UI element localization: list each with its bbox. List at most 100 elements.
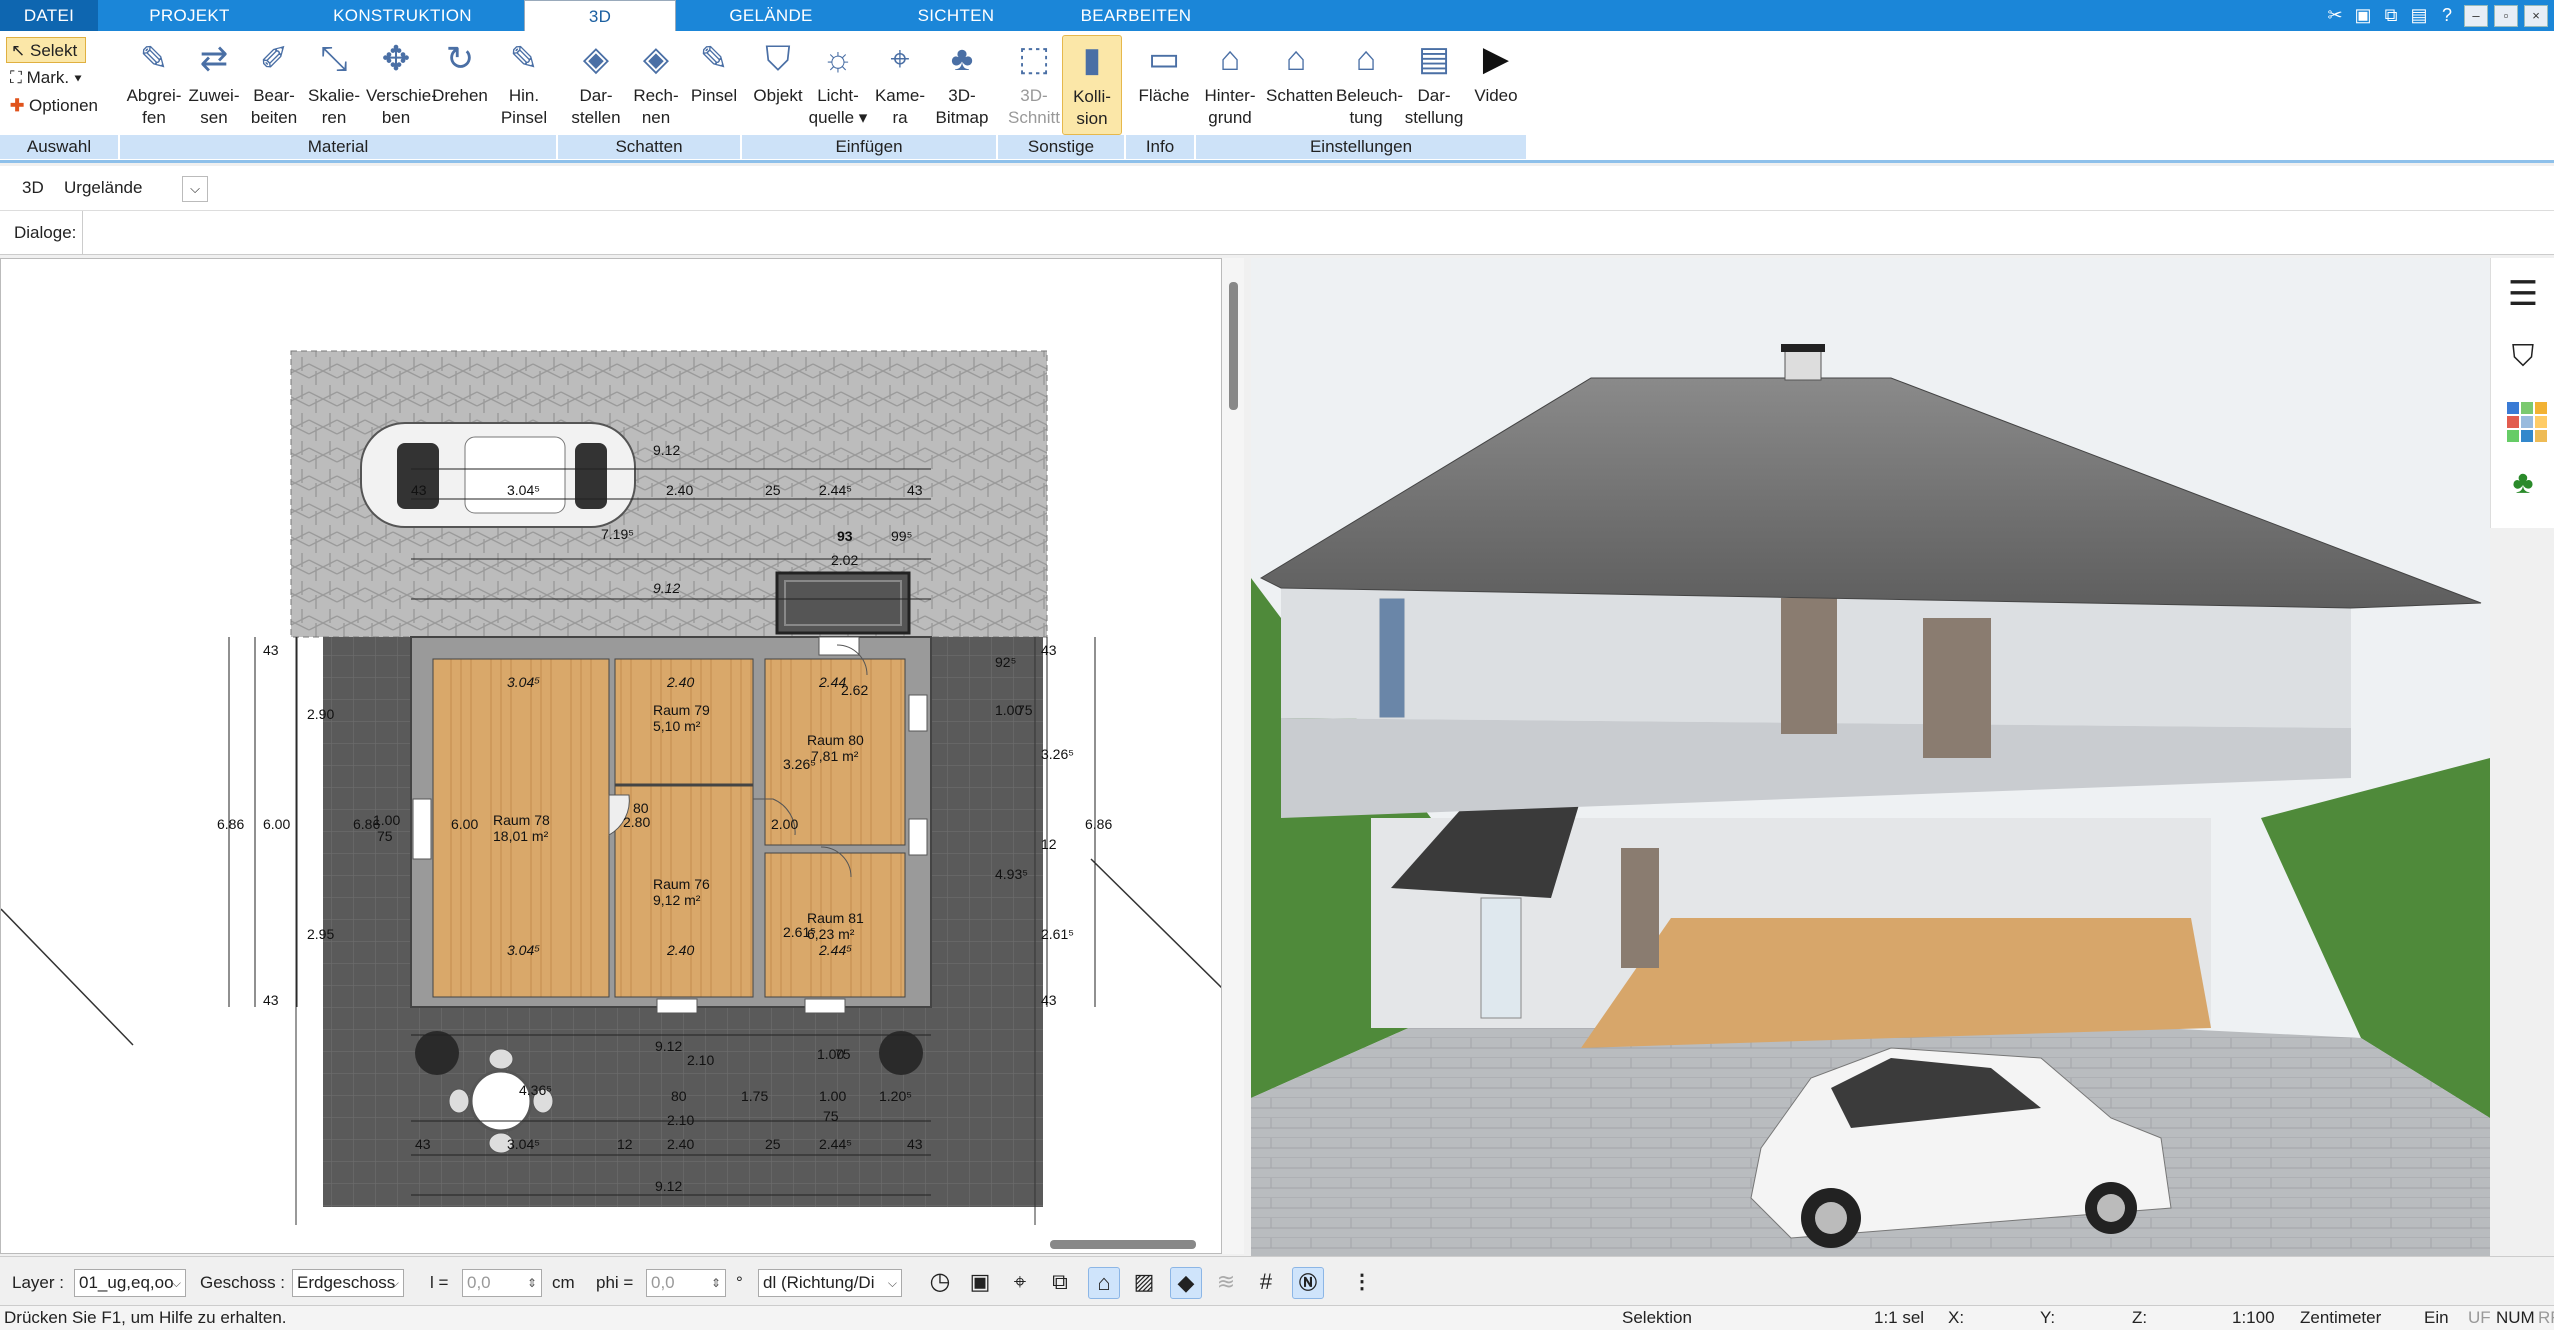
chevron-down-icon: ⌵ xyxy=(887,1276,897,1290)
darstellung-button[interactable]: ▤ Dar-stellung xyxy=(1404,35,1464,135)
door-3d xyxy=(1923,618,1991,758)
north-icon[interactable]: Ⓝ xyxy=(1292,1267,1324,1299)
spinner-icon[interactable]: ⇕ xyxy=(711,1270,721,1296)
terrain-icon[interactable]: ≋ xyxy=(1210,1267,1242,1299)
tab-datei[interactable]: DATEI xyxy=(0,0,98,31)
bearbeiten-button[interactable]: ✐ Bear-beiten xyxy=(244,35,304,135)
mark-button[interactable]: ⛶ Mark. ▾ xyxy=(6,65,82,91)
layer-select[interactable]: 01_ug,eq,oo ⌵ xyxy=(74,1269,186,1297)
beleuchtung-button[interactable]: ⌂ Beleuch-tung xyxy=(1336,35,1403,135)
dim-label: 4.93⁵ xyxy=(995,866,1028,882)
zuweisen-button[interactable]: ⇄ Zuwei-sen xyxy=(184,35,244,135)
tab-3d[interactable]: 3D xyxy=(524,0,676,31)
layers-view-icon[interactable]: ⧉ xyxy=(1044,1267,1076,1299)
pinsel-button[interactable]: ✎ Pinsel xyxy=(684,35,744,135)
drehen-button[interactable]: ↻ Drehen xyxy=(430,35,490,135)
car-top-view xyxy=(360,422,636,528)
layout-icon[interactable]: ▤ xyxy=(2408,5,2430,27)
3d-schnitt-button[interactable]: ⬚ 3D- Schnitt xyxy=(1004,35,1064,135)
schatten-icon: ⌂ xyxy=(1285,40,1307,78)
window-controls: ✂ ▣ ⧉ ▤ ? – ▫ × xyxy=(2324,0,2554,31)
window-icon[interactable]: ⧉ xyxy=(2380,5,2402,27)
tree-icon[interactable]: ♣ xyxy=(2503,464,2543,504)
hintergrund-button[interactable]: ⌂ Hinter-grund xyxy=(1200,35,1260,135)
button-label: beiten xyxy=(250,108,298,127)
materials-icon[interactable] xyxy=(2503,398,2547,442)
plane-icon[interactable]: ◆ xyxy=(1170,1267,1202,1299)
geschoss-select[interactable]: Erdgeschoss ⌵ xyxy=(292,1269,404,1297)
kollision-button[interactable]: ▮ Kolli-sion xyxy=(1062,35,1122,135)
ribbon: ↖ Selekt ⛶ Mark. ▾ ✚ Optionen ✎ Abgrei-fe… xyxy=(0,31,2554,163)
num-status: NUM xyxy=(2496,1308,2535,1327)
abgreifen-button[interactable]: ✎ Abgrei-fen xyxy=(124,35,184,135)
clock-icon[interactable]: ◷ xyxy=(924,1267,956,1299)
3d-bitmap-button[interactable]: ♣ 3D- Bitmap xyxy=(932,35,992,135)
terrain-dropdown[interactable]: ⌵ xyxy=(182,176,208,202)
window xyxy=(412,798,432,860)
flaeche-button[interactable]: ▭ Fläche xyxy=(1134,35,1194,135)
room-label: Raum 80 xyxy=(807,732,864,748)
monitor-icon[interactable]: ▣ xyxy=(964,1267,996,1299)
dim-label: 2.61⁵ xyxy=(783,924,816,940)
darstellen-button[interactable]: ◈ Dar-stellen xyxy=(566,35,626,135)
tab-konstruktion[interactable]: KONSTRUKTION xyxy=(281,0,524,31)
optionen-button[interactable]: ✚ Optionen xyxy=(6,93,98,119)
dim-label: 6.86 xyxy=(217,816,244,832)
dim-label: 43 xyxy=(1041,992,1057,1008)
view-toolbar: 3D Urgelände ⌵ xyxy=(0,166,2554,211)
dim-label: 93 xyxy=(837,528,853,544)
chair-icon[interactable]: ⛉ xyxy=(2503,340,2543,380)
rechnen-button[interactable]: ◈ Rech-nen xyxy=(626,35,686,135)
tab-gelaende[interactable]: GELÄNDE xyxy=(676,0,866,31)
help-icon[interactable]: ? xyxy=(2436,5,2458,27)
more-icon[interactable]: ⋮ xyxy=(1346,1267,1378,1299)
hatch-icon[interactable]: ▨ xyxy=(1128,1267,1160,1299)
dim-label: 2.40 xyxy=(666,674,694,690)
l-input[interactable]: 0,0 ⇕ xyxy=(462,1269,542,1297)
geschoss-label: Geschoss : xyxy=(200,1273,286,1292)
minimize-icon[interactable]: – xyxy=(2464,4,2488,27)
roof-view-icon[interactable]: ⌂ xyxy=(1088,1267,1120,1299)
direction-select[interactable]: dl (Richtung/Di ⌵ xyxy=(758,1269,902,1297)
hin-pinsel-button[interactable]: ✎ Hin. Pinsel xyxy=(494,35,554,135)
verschieben-button[interactable]: ✥ Verschie-ben xyxy=(366,35,437,135)
tab-sichten[interactable]: SICHTEN xyxy=(866,0,1046,31)
toolbox-icon[interactable]: ▣ xyxy=(2352,5,2374,27)
chevron-down-icon: ⌵ xyxy=(171,1276,181,1290)
beleuchtung-icon: ⌂ xyxy=(1355,40,1377,78)
plan-vertical-scrollbar[interactable] xyxy=(1222,258,1244,1254)
button-label: Bear- xyxy=(253,86,295,105)
video-button[interactable]: ▶ Video xyxy=(1466,35,1526,135)
button-label: Dar- xyxy=(1417,86,1451,105)
objekt-button[interactable]: ⛉ Objekt xyxy=(748,35,808,135)
phi-input[interactable]: 0,0 ⇕ xyxy=(646,1269,726,1297)
grid-icon[interactable]: # xyxy=(1250,1267,1282,1299)
tab-bearbeiten[interactable]: BEARBEITEN xyxy=(1046,0,1226,31)
window-3d xyxy=(1378,597,1406,719)
tools-icon[interactable]: ✂ xyxy=(2324,5,2346,27)
scroll-thumb[interactable] xyxy=(1229,282,1238,410)
selekt-label: Selekt xyxy=(29,41,78,60)
tab-projekt[interactable]: PROJEKT xyxy=(98,0,281,31)
geschoss-value: Erdgeschoss xyxy=(297,1273,396,1292)
close-icon[interactable]: × xyxy=(2524,4,2548,27)
restore-icon[interactable]: ▫ xyxy=(2494,4,2518,27)
dim-label: 4.36⁵ xyxy=(519,1082,552,1098)
plan-horizontal-scroll-thumb[interactable] xyxy=(1050,1240,1196,1249)
layers-icon[interactable]: ☰ xyxy=(2503,274,2543,314)
phi-value: 0,0 xyxy=(651,1273,675,1292)
group-schatten: Schatten xyxy=(558,135,742,159)
camera-icon[interactable]: ⌖ xyxy=(1004,1267,1036,1299)
layer-bar: Layer : 01_ug,eq,oo ⌵ Geschoss : Erdgesch… xyxy=(0,1256,2554,1305)
group-info: Info xyxy=(1126,135,1196,159)
lichtquelle-button[interactable]: ☼ Licht-quelle ▾ xyxy=(808,35,868,135)
dim-label: 2.00 xyxy=(771,816,798,832)
dim-label: 3.26⁵ xyxy=(783,756,816,772)
floor-plan-view[interactable]: 9.12 2.40 25 2.44⁵ 43 43 3.04⁵ 7.19⁵ 93 … xyxy=(0,258,1222,1254)
schatten-button[interactable]: ⌂ Schatten xyxy=(1266,35,1333,135)
kamera-button[interactable]: ⌖ Kame-ra xyxy=(870,35,930,135)
selekt-button[interactable]: ↖ Selekt xyxy=(6,37,86,63)
spinner-icon[interactable]: ⇕ xyxy=(527,1270,537,1296)
skalieren-button[interactable]: ⤡ Skalie-ren xyxy=(304,35,364,135)
3d-view[interactable] xyxy=(1251,258,2490,1256)
